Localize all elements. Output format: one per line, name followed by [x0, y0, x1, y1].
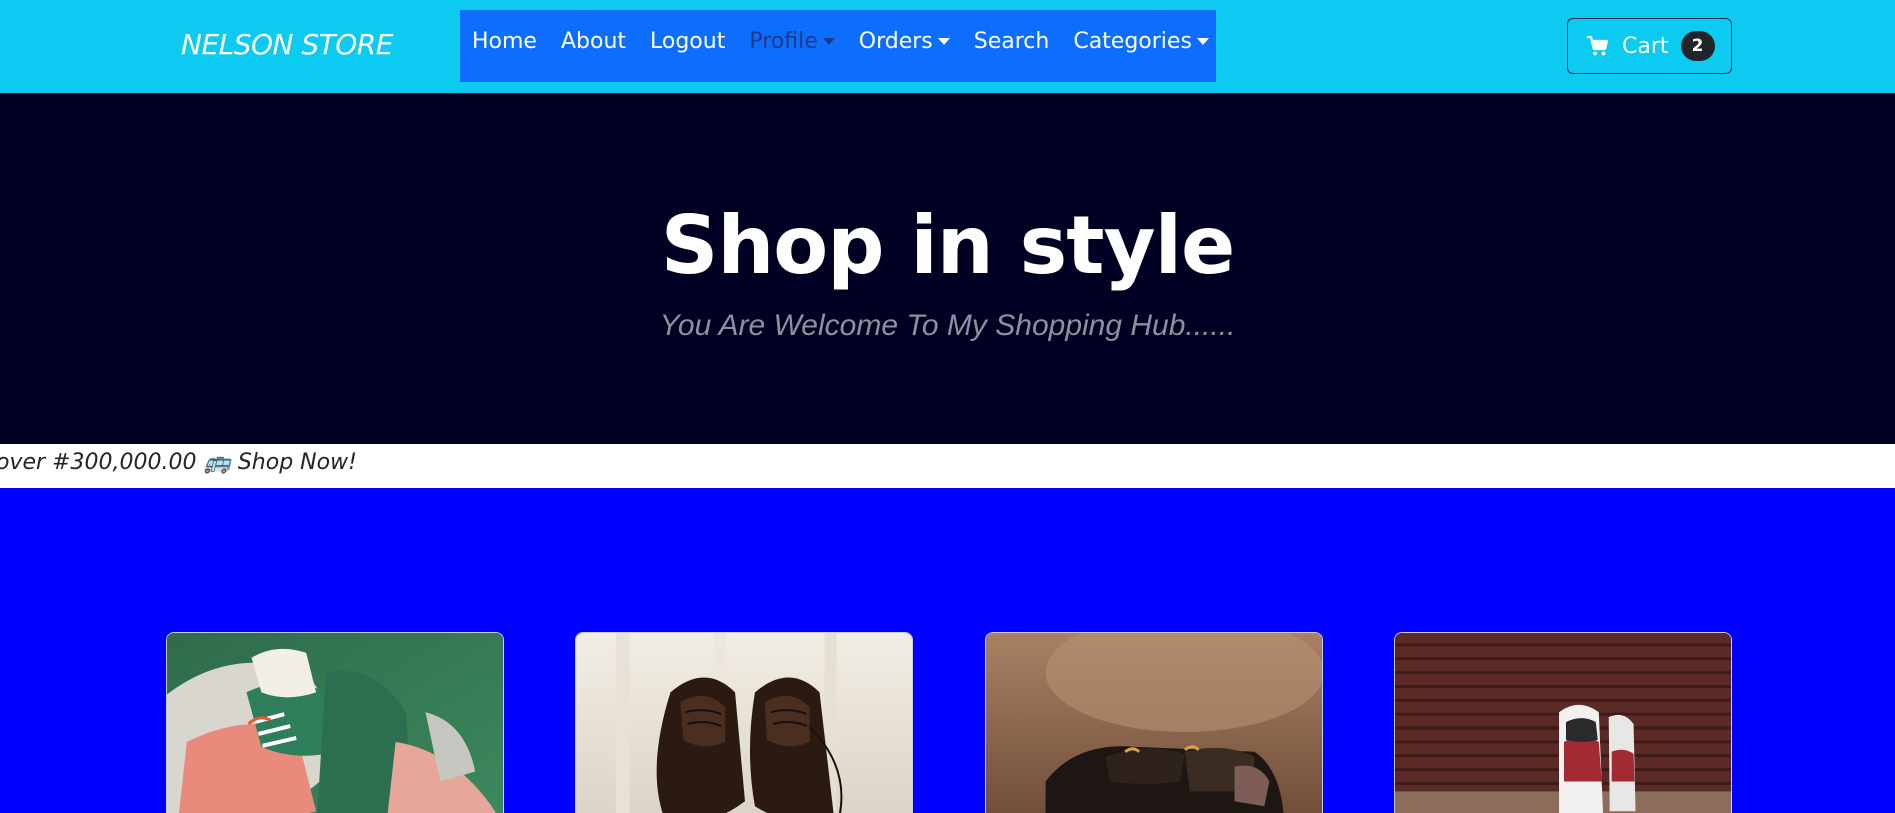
products-section [0, 488, 1895, 813]
nav-dropdown-profile[interactable]: Profile [749, 28, 835, 54]
brand-logo[interactable]: NELSON STORE [181, 28, 393, 61]
nav-link-label: Categories [1073, 28, 1192, 54]
caret-down-icon [937, 37, 950, 45]
nav-link-label: Orders [858, 28, 933, 54]
hero-section: Shop in style You Are Welcome To My Shop… [0, 93, 1895, 444]
promo-marquee: over #300,000.00 🚌 Shop Now! [0, 444, 1895, 488]
product-card[interactable] [575, 632, 913, 813]
cart-count-badge: 2 [1680, 31, 1715, 61]
caret-down-icon [822, 37, 835, 45]
product-card[interactable] [1394, 632, 1732, 813]
nav-links: Home About Logout Profile Orders Search … [460, 10, 1216, 82]
navbar: NELSON STORE Home About Logout Profile O… [0, 0, 1895, 93]
nav-link-label: About [560, 28, 627, 54]
product-image-black-high-top-sneakers [986, 633, 1322, 813]
cart-button[interactable]: Cart 2 [1567, 18, 1732, 74]
promo-marquee-text[interactable]: over #300,000.00 🚌 Shop Now! [0, 450, 357, 475]
nav-link-label: Logout [650, 28, 726, 54]
product-image-black-leather-oxford-shoes [576, 633, 912, 813]
product-card[interactable] [166, 632, 504, 813]
nav-link-about[interactable]: About [561, 29, 626, 54]
nav-link-label: Home [472, 28, 537, 54]
cart-icon [1586, 35, 1609, 56]
nav-link-search[interactable]: Search [974, 29, 1050, 54]
caret-down-icon [1196, 37, 1209, 45]
nav-dropdown-orders[interactable]: Orders [859, 29, 950, 54]
hero-subtitle: You Are Welcome To My Shopping Hub...... [659, 309, 1236, 342]
nav-link-label: Profile [749, 28, 818, 54]
nav-link-home[interactable]: Home [472, 29, 537, 54]
product-image-green-pink-sneakers [167, 633, 503, 813]
nav-link-logout[interactable]: Logout [650, 29, 725, 54]
product-image-white-red-sneakers [1395, 633, 1731, 813]
hero-title: Shop in style [660, 199, 1236, 292]
product-card[interactable] [985, 632, 1323, 813]
nav-link-label: Search [973, 28, 1050, 54]
nav-dropdown-categories[interactable]: Categories [1073, 29, 1209, 54]
cart-label: Cart [1622, 33, 1669, 59]
